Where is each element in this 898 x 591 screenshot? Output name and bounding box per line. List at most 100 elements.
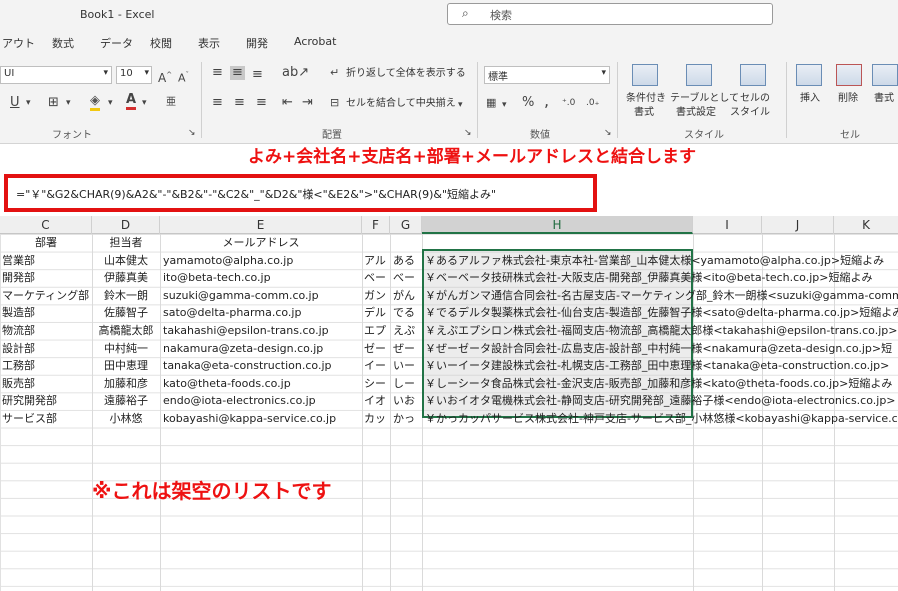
cell-c[interactable]: サービス部: [2, 410, 92, 428]
cell-g[interactable]: べー: [393, 269, 422, 287]
cell-h[interactable]: ￥あるアルファ株式会社-東京本社-営業部_山本健太様<yamamoto@alph…: [425, 252, 898, 270]
tab-layout[interactable]: アウト: [2, 35, 35, 51]
cell-f[interactable]: デル: [364, 304, 390, 322]
cell-f[interactable]: エプ: [364, 322, 390, 340]
cell-h[interactable]: ￥しーシータ食品株式会社-金沢支店-販売部_加藤和彦様<kato@theta-f…: [425, 375, 898, 393]
cell-g[interactable]: でる: [393, 304, 422, 322]
align-right-icon[interactable]: ≡: [256, 96, 267, 110]
table-format-icon[interactable]: [686, 64, 712, 86]
column-header-d[interactable]: D: [92, 216, 160, 234]
cell-c[interactable]: 物流部: [2, 322, 92, 340]
currency-icon[interactable]: ▦: [486, 96, 496, 110]
cell-d[interactable]: 鈴木一朗: [92, 287, 160, 305]
dialog-launcher-icon[interactable]: ↘: [604, 126, 612, 140]
cell-e[interactable]: ito@beta-tech.co.jp: [163, 269, 362, 287]
tab-view[interactable]: 表示: [198, 35, 220, 51]
cell-h[interactable]: ￥いおイオタ電機株式会社-静岡支店-研究開発部_遠藤裕子様<endo@iota-…: [425, 392, 898, 410]
cell-f[interactable]: シー: [364, 375, 390, 393]
cell-style-icon[interactable]: [740, 64, 766, 86]
dialog-launcher-icon[interactable]: ↘: [464, 126, 472, 140]
wrap-text-icon[interactable]: ↵: [330, 66, 339, 80]
cell-e[interactable]: sato@delta-pharma.co.jp: [163, 304, 362, 322]
cell-d[interactable]: 加藤和彦: [92, 375, 160, 393]
align-bottom-icon[interactable]: ≡: [252, 68, 263, 82]
delete-icon[interactable]: [836, 64, 862, 86]
delete-button[interactable]: 削除: [838, 92, 858, 106]
cell-h[interactable]: ￥でるデルタ製薬株式会社-仙台支店-製造部_佐藤智子様<sato@delta-p…: [425, 304, 898, 322]
cell-h[interactable]: ￥えぷエプシロン株式会社-福岡支店-物流部_高橋龍太郎様<takahashi@e…: [425, 322, 898, 340]
tab-formulas[interactable]: 数式: [52, 35, 74, 51]
comma-icon[interactable]: ,: [544, 93, 549, 109]
cell-f[interactable]: イオ: [364, 392, 390, 410]
align-middle-icon[interactable]: ≡: [230, 66, 245, 80]
table-format-line2[interactable]: 書式設定: [676, 106, 716, 120]
cell-g[interactable]: がん: [393, 287, 422, 305]
decrease-decimal-icon[interactable]: .0₊: [586, 96, 599, 110]
cell-f[interactable]: ベー: [364, 269, 390, 287]
cell-h[interactable]: ￥ベーベータ技研株式会社-大阪支店-開発部_伊藤真美様<ito@beta-tec…: [425, 269, 898, 287]
border-icon[interactable]: ⊞: [48, 96, 59, 110]
cell-h[interactable]: ￥がんガンマ通信合同会社-名古屋支店-マーケティング部_鈴木一朗様<suzuki…: [425, 287, 898, 305]
cell-c[interactable]: 開発部: [2, 269, 92, 287]
cell-f[interactable]: アル: [364, 252, 390, 270]
format-icon[interactable]: [872, 64, 898, 86]
chevron-down-icon[interactable]: ▾: [458, 98, 463, 112]
cell-e[interactable]: takahashi@epsilon-trans.co.jp: [163, 322, 362, 340]
tab-acrobat[interactable]: Acrobat: [294, 35, 336, 48]
align-left-icon[interactable]: ≡: [212, 96, 223, 110]
conditional-format-icon[interactable]: [632, 64, 658, 86]
cell-e[interactable]: nakamura@zeta-design.co.jp: [163, 340, 362, 358]
tab-developer[interactable]: 開発: [246, 35, 268, 51]
chevron-down-icon[interactable]: ▾: [108, 96, 113, 110]
column-header-g[interactable]: G: [390, 216, 422, 234]
align-center-icon[interactable]: ≡: [234, 96, 245, 110]
cell-f[interactable]: カッ: [364, 410, 390, 428]
header-cell-email[interactable]: メールアドレス: [160, 234, 362, 252]
cell-h[interactable]: ￥いーイータ建設株式会社-札幌支店-工務部_田中恵理様<tanaka@eta-c…: [425, 357, 898, 375]
cell-d[interactable]: 小林悠: [92, 410, 160, 428]
cond-format-line1[interactable]: 条件付き: [626, 92, 666, 106]
indent-decrease-icon[interactable]: ⇤: [282, 96, 293, 110]
cell-h[interactable]: ￥かっカッパサービス株式会社-神戸支店-サービス部_小林悠様<kobayashi…: [425, 410, 898, 428]
chevron-down-icon[interactable]: ▾: [66, 96, 71, 110]
decrease-font-icon[interactable]: Aˇ: [178, 68, 189, 86]
formula-bar[interactable]: ="￥"&G2&CHAR(9)&A2&"-"&B2&"-"&C2&"_"&D2&…: [4, 174, 597, 212]
cell-d[interactable]: 中村純一: [92, 340, 160, 358]
cell-style-line1[interactable]: セルの: [740, 92, 770, 106]
percent-icon[interactable]: %: [522, 96, 534, 110]
cell-d[interactable]: 田中恵理: [92, 357, 160, 375]
cond-format-line2[interactable]: 書式: [634, 106, 654, 120]
tab-review[interactable]: 校閲: [150, 35, 172, 51]
cell-d[interactable]: 山本健太: [92, 252, 160, 270]
cell-f[interactable]: ゼー: [364, 340, 390, 358]
cell-e[interactable]: kobayashi@kappa-service.co.jp: [163, 410, 362, 428]
column-header-e[interactable]: E: [160, 216, 362, 234]
increase-font-icon[interactable]: A^: [158, 68, 172, 85]
indent-increase-icon[interactable]: ⇥: [302, 96, 313, 110]
insert-icon[interactable]: [796, 64, 822, 86]
orientation-icon[interactable]: ab↗: [282, 66, 309, 80]
cell-c[interactable]: 設計部: [2, 340, 92, 358]
cell-g[interactable]: いお: [393, 392, 422, 410]
cell-c[interactable]: マーケティング部: [2, 287, 92, 305]
font-size-select[interactable]: 10 ▾: [116, 66, 152, 84]
merge-center-button[interactable]: セルを結合して中央揃え: [346, 97, 456, 111]
cell-e[interactable]: tanaka@eta-construction.co.jp: [163, 357, 362, 375]
cell-f[interactable]: ガン: [364, 287, 390, 305]
search-box[interactable]: ⌕ 検索: [447, 3, 773, 25]
phonetic-icon[interactable]: 亜: [166, 96, 176, 110]
cell-h[interactable]: ￥ぜーゼータ設計合同会社-広島支店-設計部_中村純一様<nakamura@zet…: [425, 340, 898, 358]
cell-e[interactable]: suzuki@gamma-comm.co.jp: [163, 287, 362, 305]
cell-d[interactable]: 高橋龍太郎: [92, 322, 160, 340]
underline-icon[interactable]: U: [10, 96, 20, 110]
chevron-down-icon[interactable]: ▾: [502, 98, 507, 112]
cell-f[interactable]: イー: [364, 357, 390, 375]
cell-c[interactable]: 営業部: [2, 252, 92, 270]
wrap-text-button[interactable]: 折り返して全体を表示する: [346, 67, 466, 81]
table-format-line1[interactable]: テーブルとして: [670, 92, 739, 106]
cell-d[interactable]: 佐藤智子: [92, 304, 160, 322]
column-header-k[interactable]: K: [834, 216, 898, 234]
cell-c[interactable]: 販売部: [2, 375, 92, 393]
column-header-h[interactable]: H: [422, 216, 693, 234]
number-format-select[interactable]: 標準 ▾: [484, 66, 610, 84]
